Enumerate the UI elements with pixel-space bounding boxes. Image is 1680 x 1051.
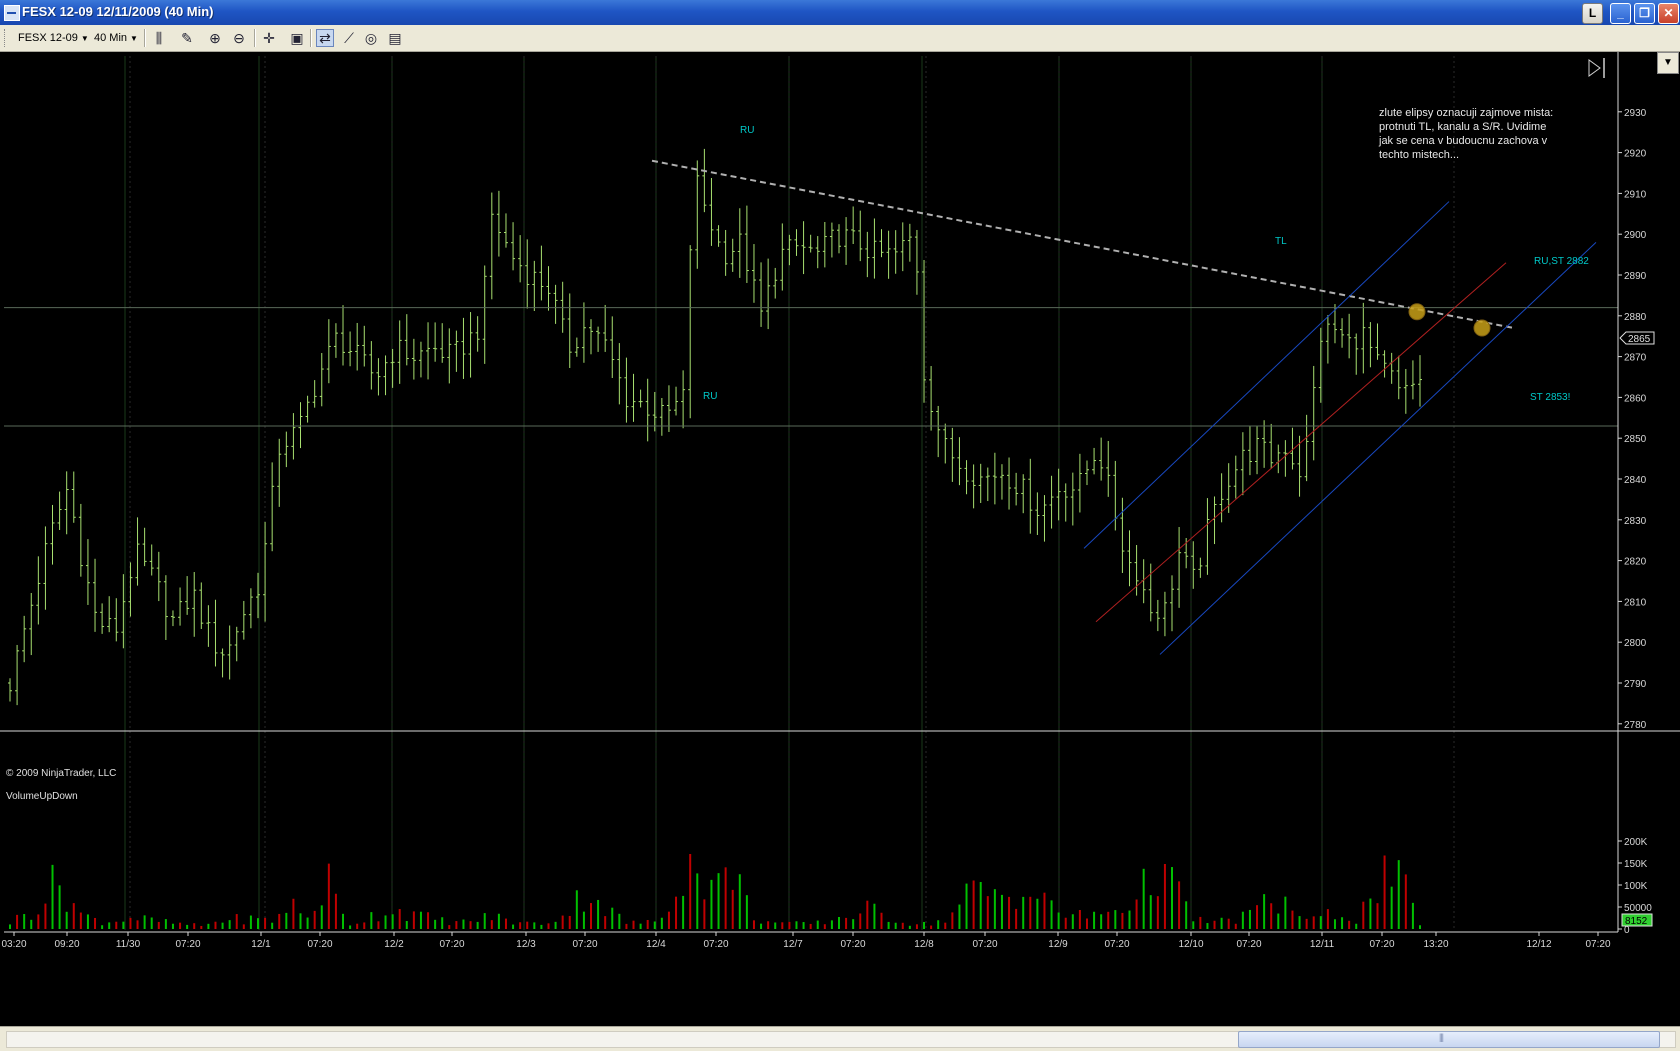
strategies-icon[interactable]: ◎ [362,29,380,47]
bar-style-icon[interactable]: ⫼ [150,29,168,47]
maximize-button[interactable]: ❐ [1634,3,1655,24]
price-tick-label: 2900 [1624,230,1647,241]
intersection-ellipse [1408,303,1426,321]
price-tick-label: 2780 [1624,720,1647,731]
time-tick-label: 12/8 [914,939,934,950]
price-tick-label: 2830 [1624,516,1647,527]
properties-icon[interactable]: ▣ [288,29,306,47]
chart-menu-button[interactable]: ▼ [1657,52,1679,74]
indicators-icon[interactable]: ⟋ [340,29,358,47]
price-tick-label: 2840 [1624,475,1647,486]
chevron-down-icon: ▼ [130,34,138,43]
time-tick-label: 03:20 [1,939,26,950]
time-tick-label: 12/3 [516,939,536,950]
time-tick-label: 07:20 [175,939,200,950]
volume-tick-label: 200K [1624,837,1648,848]
time-tick-label: 07:20 [307,939,332,950]
last-volume-value: 8152 [1625,916,1648,927]
time-tick-label: 07:20 [1104,939,1129,950]
volume-indicator-label: VolumeUpDown [6,791,78,802]
price-chart[interactable]: 2780 2790 2800 2810 2820 2830 2840 2850 2860 2870… [0,52,1680,1022]
time-tick-label: 12/12 [1526,939,1551,950]
price-tick-label: 2820 [1624,557,1647,568]
time-tick-label: 07:20 [703,939,728,950]
annotation-line: techto mistech... [1379,149,1459,161]
time-tick-label: 12/1 [251,939,271,950]
ru-label-bottom: RU [703,391,717,402]
minimize-button[interactable]: _ [1610,3,1631,24]
drawing-tools-icon[interactable]: ✎ [178,29,196,47]
crosshair-icon[interactable]: ✛ [260,29,278,47]
chart-window-icon [4,5,20,21]
time-tick-label: 11/30 [116,939,141,950]
price-tick-label: 2910 [1624,189,1647,200]
toolbar-separator [310,29,312,47]
time-tick-label: 12/7 [783,939,803,950]
chart-toolbar: FESX 12-09 ▼ 40 Min ▼ ⫼ ✎ ⊕ ⊖ ✛ ▣ ⇄ ⟋ ◎ ▤ [0,25,1680,52]
time-tick-label: 12/4 [646,939,666,950]
last-volume-marker: 8152 [1621,913,1653,927]
price-tick-label: 2860 [1624,393,1647,404]
time-tick-label: 07:20 [1369,939,1394,950]
ru-label-top: RU [740,125,754,136]
annotation-line: protnuti TL, kanalu a S/R. Uvidime [1379,121,1546,133]
volume-tick-label: 50000 [1624,903,1652,914]
chart-trader-icon[interactable]: ⇄ [316,29,334,47]
link-button[interactable]: L [1582,3,1603,24]
horizontal-scrollbar[interactable] [0,1026,1680,1051]
interval-label: 40 Min [94,32,128,44]
price-tick-label: 2800 [1624,638,1647,649]
resistance-label: RU,ST 2882 [1534,256,1589,267]
close-button[interactable]: ✕ [1658,3,1679,24]
annotation-line: jak se cena v budoucnu zachova v [1378,135,1548,147]
toolbar-separator [254,29,256,47]
time-tick-label: 12/2 [384,939,404,950]
volume-tick-label: 100K [1624,881,1648,892]
instrument-label: FESX 12-09 [18,32,78,44]
price-tick-label: 2870 [1624,353,1647,364]
title-bar: FESX 12-09 12/11/2009 (40 Min) L _ ❐ ✕ [0,0,1680,25]
time-tick-label: 07:20 [439,939,464,950]
volume-tick-label: 150K [1624,859,1648,870]
time-tick-label: 07:20 [972,939,997,950]
chevron-down-icon: ▼ [80,34,89,43]
price-tick-label: 2930 [1624,108,1647,119]
time-tick-label: 07:20 [1585,939,1610,950]
tl-label: TL [1275,236,1287,247]
time-tick-label: 12/10 [1178,939,1203,950]
time-tick-label: 07:20 [840,939,865,950]
time-tick-label: 09:20 [54,939,79,950]
instrument-selector[interactable]: FESX 12-09 ▼ [18,29,89,47]
intersection-ellipse [1473,319,1491,337]
annotation-line: zlute elipsy oznacuji zajmove mista: [1379,107,1553,119]
zoom-in-icon[interactable]: ⊕ [206,29,224,47]
time-tick-label: 12/11 [1310,939,1335,950]
support-label: ST 2853! [1530,392,1570,403]
interval-selector[interactable]: 40 Min ▼ [94,29,138,47]
time-tick-label: 07:20 [572,939,597,950]
time-tick-label: 07:20 [1236,939,1261,950]
time-tick-label: 13:20 [1423,939,1448,950]
price-tick-label: 2850 [1624,434,1647,445]
scrollbar-thumb[interactable] [1238,1031,1660,1048]
data-box-icon[interactable]: ▤ [386,29,404,47]
price-tick-label: 2920 [1624,149,1647,160]
last-price-marker: 2865 [1619,331,1655,345]
time-tick-label: 12/9 [1048,939,1068,950]
toolbar-separator [144,29,146,47]
price-tick-label: 2790 [1624,679,1647,690]
last-price-value: 2865 [1628,334,1651,345]
price-tick-label: 2810 [1624,597,1647,608]
price-tick-label: 2890 [1624,271,1647,282]
price-tick-label: 2880 [1624,312,1647,323]
zoom-out-icon[interactable]: ⊖ [230,29,248,47]
window-title: FESX 12-09 12/11/2009 (40 Min) [22,4,214,19]
toolbar-grip[interactable] [4,29,8,47]
copyright-text: © 2009 NinjaTrader, LLC [6,768,116,779]
